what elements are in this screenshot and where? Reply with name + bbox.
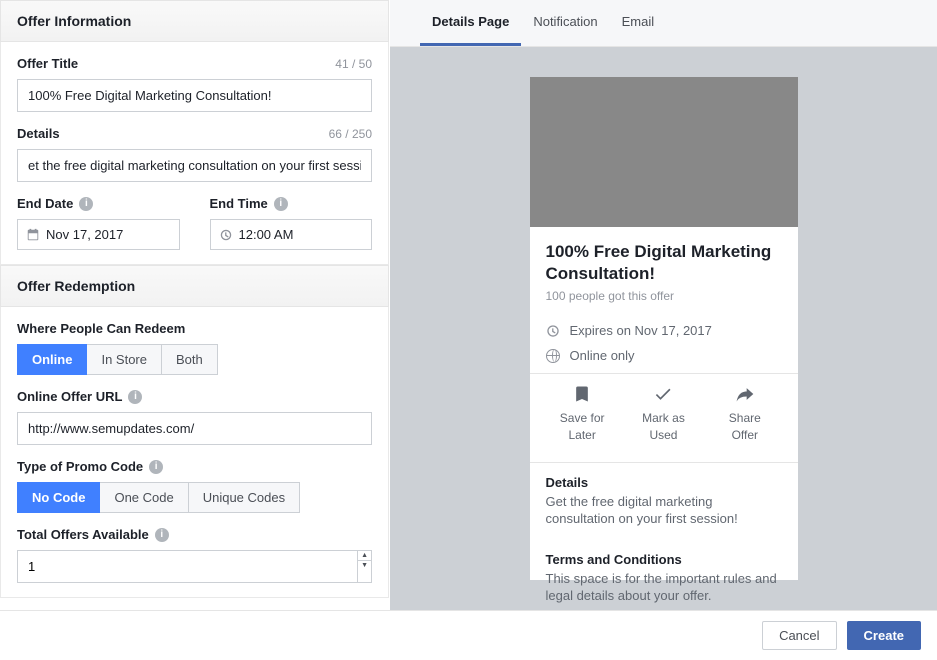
where-redeem-label: Where People Can Redeem [17,321,372,336]
total-offers-label: Total Offers Available [17,527,149,542]
preview-subtext: 100 people got this offer [546,289,782,303]
preview-details-text: Get the free digital marketing consultat… [546,493,782,528]
offer-title-counter: 41 / 50 [335,57,372,71]
preview-image-placeholder [530,77,798,227]
promo-none-button[interactable]: No Code [17,482,100,513]
redeem-instore-button[interactable]: In Store [87,344,162,375]
info-icon[interactable]: i [128,390,142,404]
preview-details-heading: Details [546,475,782,490]
details-label: Details [17,126,60,141]
share-icon [735,384,755,404]
create-button[interactable]: Create [847,621,921,650]
end-date-input[interactable]: Nov 17, 2017 [17,219,180,250]
preview-tabs: Details Page Notification Email [390,0,937,47]
offer-preview-card: 100% Free Digital Marketing Consultation… [530,77,798,580]
spinner-down-icon[interactable]: ▼ [358,560,371,570]
preview-terms-heading: Terms and Conditions [546,552,782,567]
calendar-icon [26,228,40,242]
details-input[interactable] [17,149,372,182]
bookmark-icon [572,384,592,404]
online-url-input[interactable] [17,412,372,445]
cancel-button[interactable]: Cancel [762,621,836,650]
globe-icon [546,349,560,363]
preview-expires: Expires on Nov 17, 2017 [570,323,712,338]
redeem-online-button[interactable]: Online [17,344,87,375]
online-url-label: Online Offer URL [17,389,122,404]
end-date-label: End Date [17,196,73,211]
tab-details-page[interactable]: Details Page [420,0,521,46]
info-icon[interactable]: i [155,528,169,542]
save-for-later-button[interactable]: Save for Later [552,384,612,444]
redeem-location-toggle: Online In Store Both [17,344,372,375]
offer-information-header: Offer Information [0,0,389,42]
mark-as-used-button[interactable]: Mark as Used [633,384,693,444]
offer-redemption-header: Offer Redemption [0,265,389,307]
promo-one-button[interactable]: One Code [100,482,188,513]
end-date-value: Nov 17, 2017 [46,227,123,242]
clock-icon [219,228,233,242]
share-offer-button[interactable]: Share Offer [715,384,775,444]
redeem-both-button[interactable]: Both [162,344,218,375]
offer-title-label: Offer Title [17,56,78,71]
total-offers-input-group: ▲ ▼ [17,550,372,583]
tab-email[interactable]: Email [610,0,667,46]
offer-title-input[interactable] [17,79,372,112]
promo-type-toggle: No Code One Code Unique Codes [17,482,372,513]
info-icon[interactable]: i [79,197,93,211]
info-icon[interactable]: i [274,197,288,211]
end-time-value: 12:00 AM [239,227,294,242]
promo-type-label: Type of Promo Code [17,459,143,474]
tab-notification[interactable]: Notification [521,0,609,46]
preview-terms-text: This space is for the important rules an… [546,570,782,605]
details-counter: 66 / 250 [329,127,372,141]
end-time-input[interactable]: 12:00 AM [210,219,373,250]
info-icon[interactable]: i [149,460,163,474]
preview-channel: Online only [570,348,635,363]
promo-unique-button[interactable]: Unique Codes [189,482,300,513]
clock-icon [546,324,560,338]
preview-title: 100% Free Digital Marketing Consultation… [546,241,782,285]
spinner-up-icon[interactable]: ▲ [358,551,371,560]
total-offers-input[interactable] [17,550,358,583]
check-icon [653,384,673,404]
end-time-label: End Time [210,196,268,211]
